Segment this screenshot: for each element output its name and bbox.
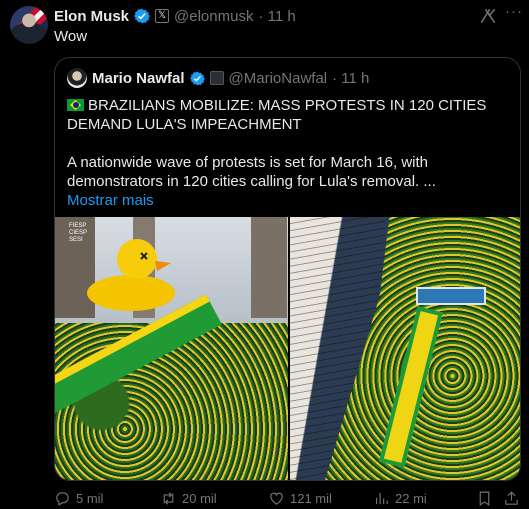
reply-button[interactable]: 5 mil	[54, 490, 103, 507]
inflatable-duck	[87, 239, 175, 311]
quoted-post[interactable]: Mario Nawfal @MarioNawfal · 11 h BRAZILI…	[54, 57, 521, 481]
affiliate-badge-icon	[209, 71, 224, 85]
quote-time: · 11 h	[332, 69, 370, 87]
quote-author-avatar[interactable]	[67, 68, 87, 88]
stage-truck	[415, 287, 486, 305]
reply-count: 5 mil	[76, 490, 104, 506]
post-time[interactable]: · 11 h	[258, 8, 295, 25]
like-button[interactable]: 121 mil	[268, 490, 332, 507]
reply-icon	[56, 491, 69, 506]
post-header: Elon Musk 𝕏 @elonmusk · 11 h	[54, 6, 296, 26]
quote-author-handle[interactable]: @MarioNawfal	[229, 70, 328, 87]
post-text: Wow	[54, 28, 88, 45]
repost-button[interactable]: 20 mil	[160, 490, 217, 507]
like-icon	[270, 492, 283, 505]
quote-body: A nationwide wave of protests is set for…	[67, 154, 436, 190]
quote-text: BRAZILIANS MOBILIZE: MASS PROTESTS IN 12…	[67, 96, 512, 210]
show-more-link[interactable]: Mostrar mais	[67, 191, 512, 210]
protest-photo-duck[interactable]: FIESP CIESP SESI	[55, 217, 288, 480]
like-count: 121 mil	[290, 490, 332, 506]
bookmark-button[interactable]	[476, 490, 493, 507]
building	[289, 217, 390, 480]
share-icon	[505, 490, 518, 505]
author-name[interactable]: Elon Musk	[54, 8, 129, 25]
repost-icon	[163, 491, 174, 505]
repost-count: 20 mil	[182, 490, 217, 506]
action-bar: 5 mil 20 mil 121 mil 22 mi	[54, 488, 521, 508]
protest-photo-avenue[interactable]	[289, 217, 520, 480]
building	[251, 217, 287, 318]
author-handle[interactable]: @elonmusk	[174, 8, 253, 25]
views-icon	[375, 492, 388, 504]
verified-icon	[134, 8, 151, 24]
more-icon[interactable]: ···	[505, 4, 525, 26]
grok-icon[interactable]	[478, 6, 498, 26]
quote-header: Mario Nawfal @MarioNawfal · 11 h	[92, 68, 369, 88]
quote-author-name[interactable]: Mario Nawfal	[92, 70, 185, 87]
x-logo-badge-icon: 𝕏	[155, 9, 170, 23]
share-button[interactable]	[503, 490, 520, 507]
brazil-flag-icon	[67, 99, 84, 111]
verified-icon	[189, 71, 205, 85]
bookmark-icon	[479, 491, 490, 506]
media-grid: FIESP CIESP SESI	[55, 217, 520, 480]
quote-headline: BRAZILIANS MOBILIZE: MASS PROTESTS IN 12…	[67, 97, 487, 133]
giant-banner	[378, 306, 443, 468]
views-button[interactable]: 22 mi	[373, 490, 427, 507]
views-count: 22 mi	[395, 490, 427, 506]
author-avatar[interactable]	[10, 6, 48, 44]
